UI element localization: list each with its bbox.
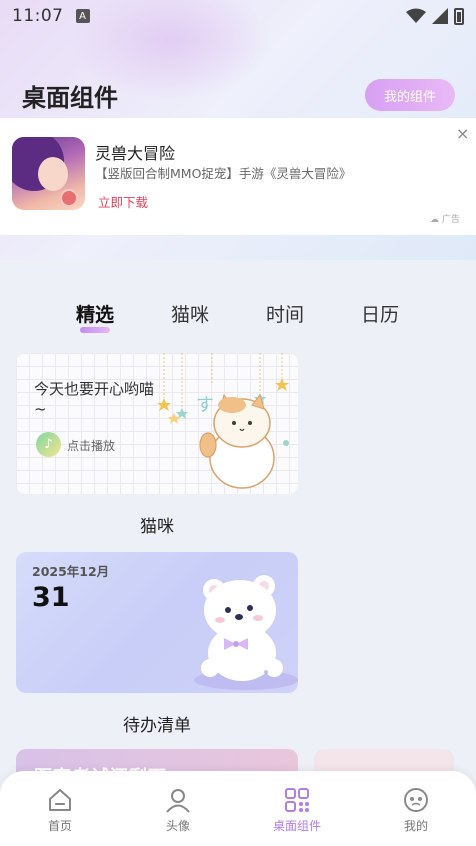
category-tabs: 精选 猫咪 时间 日历: [60, 300, 420, 340]
tab-time[interactable]: 时间: [266, 300, 304, 327]
ad-title: 灵兽大冒险: [95, 144, 176, 163]
ad-image[interactable]: [12, 137, 85, 210]
status-bar: 11:07 A: [0, 0, 476, 32]
cat-widget-card[interactable]: 今天也要开心哟喵~ ♪ 点击播放 す: [16, 353, 298, 494]
battery-icon: [454, 7, 464, 25]
cat-widget-label: 猫咪: [140, 517, 174, 537]
wifi-icon: [406, 8, 426, 23]
music-play-icon[interactable]: ♪: [36, 432, 61, 457]
svg-text:す: す: [196, 395, 214, 416]
bear-illustration: [194, 575, 298, 690]
nav-widgets[interactable]: 桌面组件: [257, 787, 337, 834]
cat-widget-text: 今天也要开心哟喵~: [34, 380, 155, 418]
my-widgets-button[interactable]: 我的组件: [365, 79, 455, 111]
play-label[interactable]: 点击播放: [67, 437, 115, 454]
home-icon: [49, 789, 71, 811]
todo-month: 2025年12月: [32, 564, 110, 579]
ad-mark-icon: ☁: [430, 215, 439, 225]
ad-download-link[interactable]: 立即下载: [98, 192, 148, 211]
status-icons: [406, 7, 464, 25]
tab-featured[interactable]: 精选: [76, 300, 114, 327]
nav-avatar[interactable]: 头像: [138, 787, 218, 834]
cat-illustration: す: [157, 353, 289, 489]
page-title: 桌面组件: [22, 84, 118, 112]
avatar-icon: [166, 789, 190, 813]
ad-label-text: 广告: [441, 215, 460, 225]
nav-widgets-label: 桌面组件: [272, 819, 321, 833]
nav-home-label: 首页: [47, 819, 72, 833]
tab-active-indicator: [80, 327, 110, 333]
signal-icon: [432, 8, 448, 24]
tab-cats[interactable]: 猫咪: [171, 300, 209, 327]
ad-close-icon[interactable]: ×: [456, 126, 469, 142]
status-time: 11:07: [12, 6, 64, 26]
nav-home[interactable]: 首页: [20, 787, 100, 834]
profile-icon: [404, 788, 428, 812]
bottom-navigation: 首页 头像 桌面组件 我的: [0, 771, 476, 846]
nav-profile-label: 我的: [403, 819, 428, 833]
todo-day: 31: [32, 582, 70, 613]
widgets-icon: [285, 788, 309, 812]
tab-calendar[interactable]: 日历: [361, 300, 399, 327]
ad-banner[interactable]: 灵兽大冒险 【竖版回合制MMO捉宠】手游《灵兽大冒险》 立即下载 × ☁ 广告: [0, 118, 476, 235]
nav-profile[interactable]: 我的: [376, 787, 456, 834]
ad-label: ☁ 广告: [430, 212, 460, 225]
todo-widget-card[interactable]: 2025年12月 31: [16, 552, 298, 693]
ad-description: 【竖版回合制MMO捉宠】手游《灵兽大冒险》: [95, 166, 352, 181]
notification-icon: A: [75, 9, 90, 23]
todo-widget-label: 待办清单: [123, 716, 191, 736]
nav-avatar-label: 头像: [165, 819, 190, 833]
